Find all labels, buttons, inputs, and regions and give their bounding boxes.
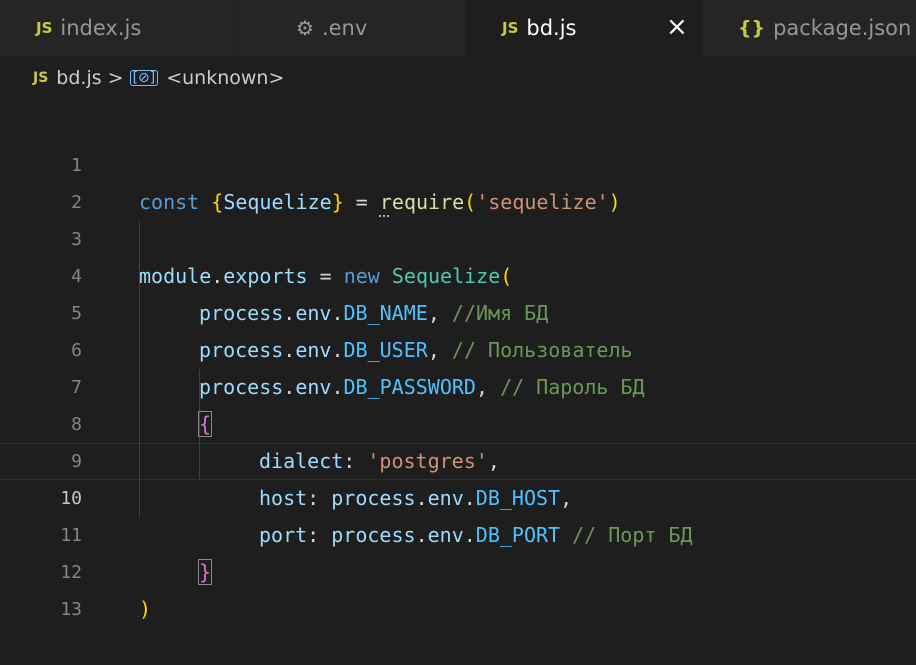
code-line: 9 host: process.env.DB_HOST, (0, 406, 916, 510)
tab-label: bd.js (526, 16, 577, 40)
breadcrumb-separator-icon: > (107, 67, 124, 89)
current-code-line: 10 port: process.env.DB_PORT // Порт БД (0, 443, 916, 547)
tab-label: .env (321, 16, 368, 40)
tab-index-js[interactable]: JS index.js (0, 0, 238, 56)
code-line: 8 dialect: 'postgres', (0, 369, 916, 473)
js-file-icon: JS (502, 19, 519, 37)
tab-label: package.json (773, 16, 912, 40)
json-braces-icon: {} (738, 17, 766, 39)
code-line: 4 process.env.DB_NAME, //Имя БД (0, 221, 916, 325)
code-line: 11 } (0, 480, 916, 585)
gear-icon: ⚙ (296, 16, 314, 40)
code-line: 3 module.exports = new Sequelize( (0, 184, 916, 288)
tab-label: index.js (60, 16, 142, 40)
code-line: 12 ) (0, 517, 916, 621)
code-line: 13 (0, 554, 916, 620)
code-line: 5 process.env.DB_USER, // Пользователь (0, 258, 916, 362)
line-number: 13 (60, 599, 82, 620)
code-line: 6 process.env.DB_PASSWORD, // Пароль БД (0, 295, 916, 399)
line-content: ) (139, 597, 152, 621)
code-line: 7 { (0, 332, 916, 437)
code-line: 1 const {Sequelize} = require('sequelize… (0, 110, 916, 214)
symbol-variable-icon: [⊘] (129, 70, 159, 86)
tab-env[interactable]: ⚙ .env (238, 0, 466, 56)
js-file-icon: JS (36, 19, 53, 37)
breadcrumb: JS bd.js > [⊘] <unknown> (0, 56, 916, 100)
code-editor[interactable]: 1 const {Sequelize} = require('sequelize… (0, 110, 916, 649)
code-line: 2 (0, 147, 916, 213)
editor-tab-bar: JS index.js ⚙ .env JS bd.js × {} package… (0, 0, 916, 56)
close-icon[interactable]: × (666, 12, 688, 42)
tab-bd-js[interactable]: JS bd.js × (466, 0, 702, 56)
breadcrumb-symbol[interactable]: <unknown> (166, 67, 284, 89)
js-file-icon: JS (33, 70, 49, 86)
breadcrumb-file[interactable]: bd.js (56, 67, 101, 89)
tab-package-json[interactable]: {} package.json (702, 0, 916, 56)
